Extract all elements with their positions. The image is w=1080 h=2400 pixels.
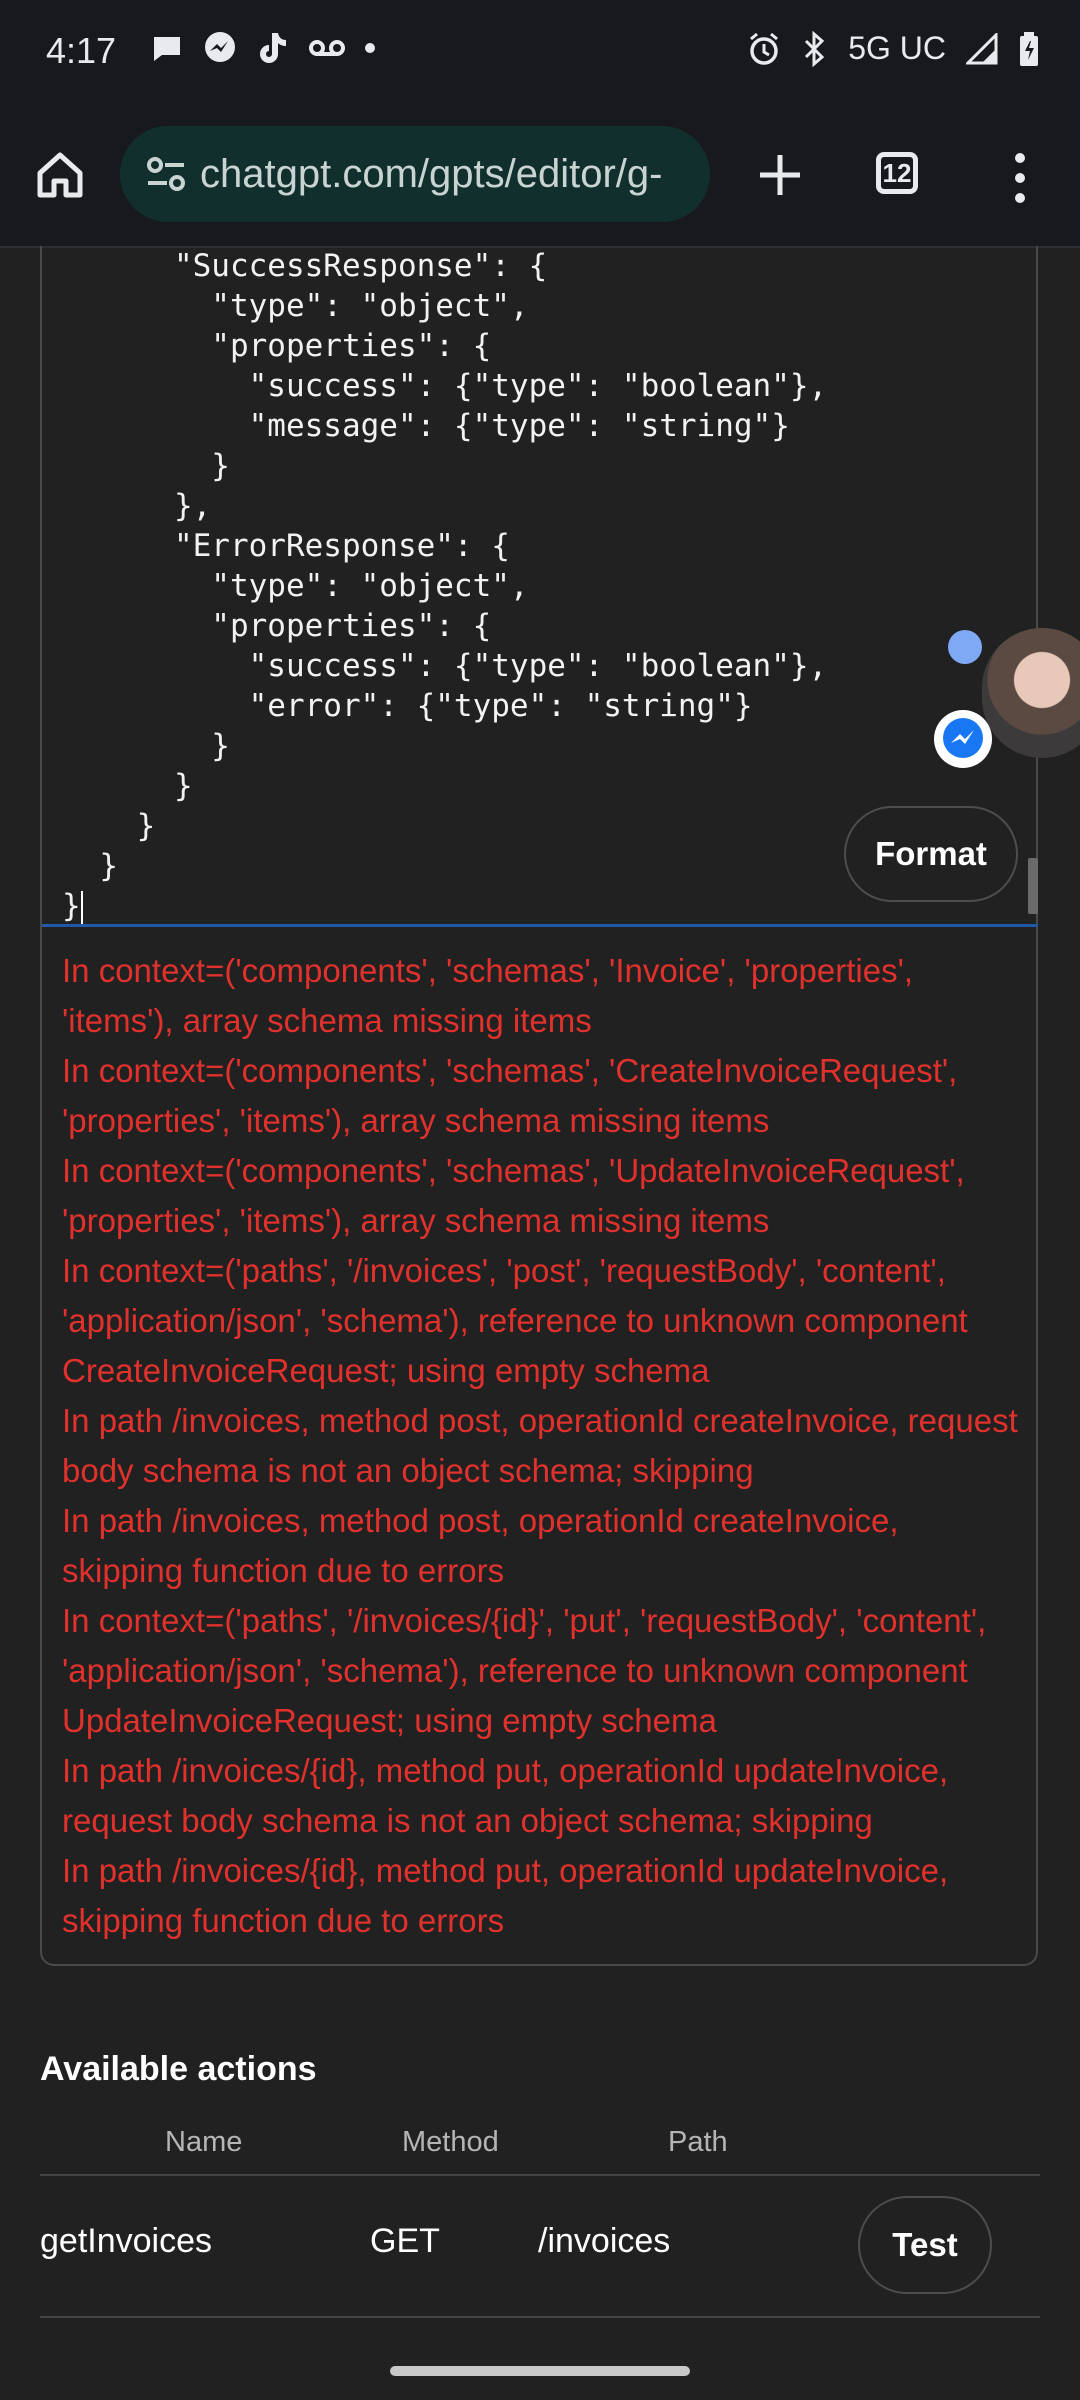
error-message: In path /invoices, method post, operatio…: [62, 1502, 899, 1589]
url-text[interactable]: chatgpt.com/gpts/editor/g-: [200, 152, 700, 197]
code-line: "SuccessResponse": {: [62, 248, 548, 284]
chat-bubble-icon: [150, 31, 184, 65]
site-settings-icon[interactable]: [146, 156, 186, 197]
action-name: getInvoices: [40, 2222, 212, 2260]
editor-scrollbar[interactable]: [1028, 858, 1038, 914]
error-message: In path /invoices, method post, operatio…: [62, 1402, 1018, 1489]
system-icons: 5G UC: [746, 30, 1040, 67]
code-line: "success": {"type": "boolean"},: [62, 368, 828, 404]
text-cursor: [80, 890, 83, 925]
error-message: In context=('paths', '/invoices', 'post'…: [62, 1252, 968, 1389]
notification-icons: [150, 30, 376, 66]
error-message: In context=('paths', '/invoices/{id}', '…: [62, 1602, 987, 1739]
status-bar: 4:17 5G UC: [0, 0, 1080, 100]
available-actions-heading: Available actions: [40, 2050, 317, 2088]
gesture-nav-bar[interactable]: [390, 2366, 690, 2376]
new-tab-icon[interactable]: [750, 145, 810, 205]
code-line: "success": {"type": "boolean"},: [62, 648, 828, 684]
code-line: }: [62, 728, 230, 764]
messenger-icon: [202, 30, 238, 66]
url-bar[interactable]: chatgpt.com/gpts/editor/g-: [120, 126, 710, 222]
code-line: },: [62, 488, 212, 524]
format-button[interactable]: Format: [844, 806, 1018, 902]
editor-divider: [42, 924, 1038, 927]
error-message: In path /invoices/{id}, method put, oper…: [62, 1852, 949, 1939]
column-header-path: Path: [668, 2126, 728, 2158]
action-path: /invoices: [538, 2222, 671, 2260]
alarm-icon: [746, 31, 782, 67]
code-line: "message": {"type": "string"}: [62, 408, 790, 444]
schema-editor-panel: "SuccessResponse": { "type": "object", "…: [40, 246, 1038, 1966]
code-line: "type": "object",: [62, 568, 529, 604]
column-header-name: Name: [165, 2126, 243, 2158]
tiktok-icon: [256, 30, 290, 66]
error-message: In context=('components', 'schemas', 'In…: [62, 952, 914, 1039]
tab-switcher-button[interactable]: 12: [876, 152, 918, 194]
code-line: }: [62, 768, 193, 804]
bluetooth-icon: [802, 30, 828, 67]
error-message: In path /invoices/{id}, method put, oper…: [62, 1752, 949, 1839]
browser-toolbar: chatgpt.com/gpts/editor/g- 12: [0, 100, 1080, 248]
error-message: In context=('components', 'schemas', 'Cr…: [62, 1052, 958, 1139]
code-line: "ErrorResponse": {: [62, 528, 510, 564]
home-icon[interactable]: [30, 145, 90, 205]
code-line: }: [62, 888, 81, 924]
messenger-badge-icon: [934, 710, 992, 768]
code-line: "error": {"type": "string"}: [62, 688, 753, 724]
battery-icon: [1018, 31, 1040, 67]
dot-icon: [364, 42, 376, 54]
status-time: 4:17: [46, 30, 117, 71]
error-message: In context=('components', 'schemas', 'Up…: [62, 1152, 965, 1239]
test-button[interactable]: Test: [858, 2196, 992, 2294]
table-divider: [40, 2174, 1040, 2176]
more-options-icon[interactable]: [1000, 148, 1040, 208]
validation-errors: In context=('components', 'schemas', 'In…: [62, 946, 1022, 1946]
column-header-method: Method: [402, 2126, 499, 2158]
avatar[interactable]: [982, 628, 1080, 758]
messenger-chat-head[interactable]: [934, 628, 1080, 768]
code-line: "properties": {: [62, 608, 492, 644]
network-label: 5G UC: [848, 30, 946, 66]
table-divider: [40, 2316, 1040, 2318]
action-method: GET: [370, 2222, 440, 2260]
code-line: }: [62, 448, 230, 484]
unread-dot-icon: [948, 630, 982, 664]
voicemail-icon: [308, 36, 346, 60]
signal-icon: [966, 32, 998, 65]
code-line: "type": "object",: [62, 288, 529, 324]
code-line: "properties": {: [62, 328, 492, 364]
